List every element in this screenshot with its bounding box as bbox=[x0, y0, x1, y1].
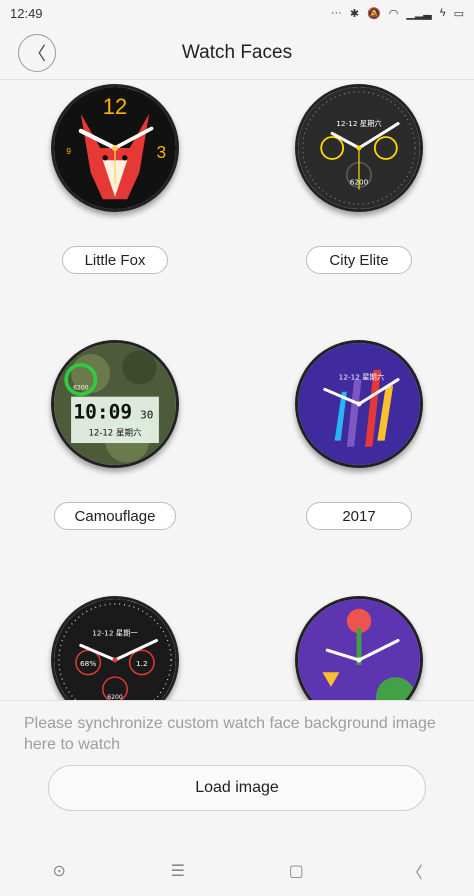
floral-face-image[interactable] bbox=[295, 596, 423, 700]
mute-bell-icon: 🔕 bbox=[367, 7, 381, 20]
status-icons: ··· ✱ 🔕 ◠ ▁▂▃ ϟ ▭ bbox=[331, 7, 464, 20]
camouflage-face-image[interactable]: 6200 10:09 30 12-12 星期六 bbox=[51, 340, 179, 468]
wifi-icon: ◠ bbox=[388, 7, 399, 20]
system-nav-bar: ⊙ ☰ ▢ 〈 bbox=[0, 846, 474, 896]
camouflage-face-graphic: 6200 10:09 30 12-12 星期六 bbox=[54, 343, 176, 465]
little-fox-face-image[interactable]: 12 3 9 bbox=[51, 84, 179, 212]
overflow-dots-icon: ··· bbox=[330, 7, 342, 19]
recent-apps-icon[interactable]: ▢ bbox=[276, 861, 316, 881]
city-date: 12-12 星期六 bbox=[336, 119, 382, 128]
watch-face-card-floral[interactable] bbox=[259, 596, 459, 700]
city-elite-face-image[interactable]: 12-12 星期六 6200 bbox=[295, 84, 423, 212]
sync-instructions: Please synchronize custom watch face bac… bbox=[24, 715, 436, 753]
load-image-button[interactable]: Load image bbox=[48, 765, 426, 811]
fox-num-12: 12 bbox=[103, 94, 127, 119]
back-button[interactable]: 〈 bbox=[18, 34, 56, 72]
nav-back-icon[interactable]: 〈 bbox=[395, 859, 435, 883]
city-elite-face-graphic: 12-12 星期六 6200 bbox=[298, 87, 420, 209]
watch-face-label[interactable]: 2017 bbox=[306, 502, 412, 530]
sync-panel: Please synchronize custom watch face bac… bbox=[0, 700, 474, 846]
floral-face-graphic bbox=[298, 599, 420, 700]
watch-face-label[interactable]: Camouflage bbox=[53, 502, 177, 530]
sport-dist: 1.2 bbox=[136, 659, 148, 668]
page-title: Watch Faces bbox=[181, 41, 293, 63]
fox-num-9: 9 bbox=[66, 146, 71, 156]
watch-face-card-city-elite[interactable]: 12-12 星期六 6200 City Elite bbox=[259, 84, 459, 274]
sport-date: 12-12 星期一 bbox=[92, 629, 138, 638]
chevron-left-icon: 〈 bbox=[28, 44, 46, 64]
watch-face-grid[interactable]: 12 3 9 Little Fox 12-12 星期六 6200 bbox=[0, 80, 474, 700]
watch-face-card-2017[interactable]: 12-12 星期六 2017 bbox=[259, 340, 459, 530]
y2017-date: 12-12 星期六 bbox=[339, 373, 385, 382]
sport-face-image[interactable]: 12-12 星期一 68% 1.2 6200 bbox=[51, 596, 179, 700]
year-2017-face-image[interactable]: 12-12 星期六 bbox=[295, 340, 423, 468]
menu-icon[interactable]: ☰ bbox=[158, 861, 198, 881]
app-header: 〈 Watch Faces bbox=[0, 26, 474, 80]
sport-pct: 68% bbox=[80, 659, 96, 668]
charging-icon: ϟ bbox=[439, 7, 446, 19]
bluetooth-icon: ✱ bbox=[349, 7, 360, 20]
camo-steps: 6200 bbox=[73, 384, 89, 391]
year-2017-face-graphic: 12-12 星期六 bbox=[298, 343, 420, 465]
status-bar: 12:49 ··· ✱ 🔕 ◠ ▁▂▃ ϟ ▭ bbox=[0, 0, 474, 26]
camo-seconds: 30 bbox=[140, 409, 153, 422]
camo-time: 10:09 bbox=[73, 401, 132, 424]
watch-face-card-camouflage[interactable]: 6200 10:09 30 12-12 星期六 Camouflage bbox=[15, 340, 215, 530]
home-icon[interactable]: ⊙ bbox=[39, 861, 79, 881]
fox-num-3: 3 bbox=[157, 143, 167, 162]
watch-face-card-little-fox[interactable]: 12 3 9 Little Fox bbox=[15, 84, 215, 274]
camo-date: 12-12 星期六 bbox=[88, 427, 142, 439]
watch-face-card-sport[interactable]: 12-12 星期一 68% 1.2 6200 bbox=[15, 596, 215, 700]
signal-icon: ▁▂▃ bbox=[406, 7, 432, 20]
watch-face-label[interactable]: Little Fox bbox=[62, 246, 168, 274]
watch-face-label[interactable]: City Elite bbox=[306, 246, 412, 274]
status-time: 12:49 bbox=[10, 5, 43, 21]
battery-icon: ▭ bbox=[453, 7, 464, 20]
little-fox-face-graphic: 12 3 9 bbox=[54, 87, 176, 209]
sport-face-graphic: 12-12 星期一 68% 1.2 6200 bbox=[54, 599, 176, 700]
